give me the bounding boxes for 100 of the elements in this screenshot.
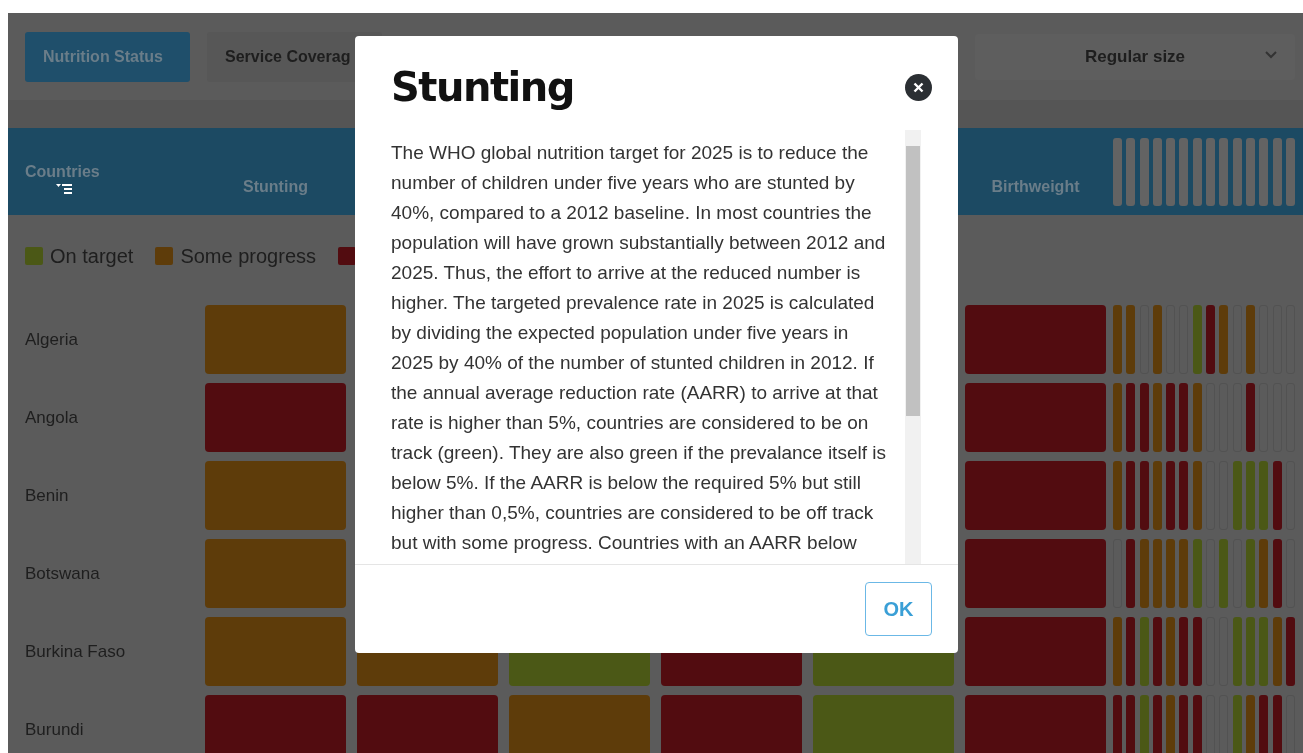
- indicator-header-bar[interactable]: [1139, 137, 1149, 206]
- indicator-bar[interactable]: [1139, 461, 1149, 530]
- indicator-bar[interactable]: [1272, 695, 1282, 753]
- status-cell[interactable]: [813, 695, 954, 753]
- indicator-bar[interactable]: [1219, 539, 1229, 608]
- indicator-bar[interactable]: [1126, 461, 1136, 530]
- tab[interactable]: Nutrition Status: [25, 31, 190, 82]
- indicator-bar[interactable]: [1113, 383, 1122, 452]
- indicator-header-bar[interactable]: [1152, 137, 1162, 206]
- indicator-bar[interactable]: [1285, 617, 1295, 686]
- indicator-bar[interactable]: [1152, 617, 1162, 686]
- indicator-bar[interactable]: [1179, 461, 1189, 530]
- column-header[interactable]: Birthweight: [991, 177, 1080, 196]
- status-cell[interactable]: [965, 617, 1106, 686]
- scrollbar[interactable]: [905, 130, 921, 564]
- status-cell[interactable]: [357, 695, 498, 753]
- indicator-bar[interactable]: [1272, 461, 1282, 530]
- indicator-bar[interactable]: [1245, 695, 1255, 753]
- indicator-bar[interactable]: [1259, 617, 1269, 686]
- indicator-bar[interactable]: [1232, 617, 1242, 686]
- indicator-bar[interactable]: [1245, 617, 1255, 686]
- indicator-bar[interactable]: [1152, 695, 1162, 753]
- indicator-bar[interactable]: [1166, 461, 1176, 530]
- indicator-header-bar[interactable]: [1219, 137, 1229, 206]
- status-cell[interactable]: [509, 695, 650, 753]
- indicator-bar[interactable]: [1245, 305, 1255, 374]
- indicator-bar[interactable]: [1206, 305, 1216, 374]
- indicator-header-bar[interactable]: [1166, 137, 1176, 206]
- legend-label: On target: [50, 244, 134, 268]
- indicator-bar[interactable]: [1272, 617, 1282, 686]
- indicator-bar[interactable]: [1139, 383, 1149, 452]
- indicator-bar[interactable]: [1192, 695, 1202, 753]
- indicator-bar[interactable]: [1139, 539, 1149, 608]
- chevron-down-icon: [1265, 50, 1277, 59]
- status-cell[interactable]: [965, 539, 1106, 608]
- status-cell[interactable]: [205, 539, 346, 608]
- indicator-bar[interactable]: [1232, 461, 1242, 530]
- column-header[interactable]: Countries: [25, 162, 100, 181]
- indicator-bar[interactable]: [1166, 695, 1176, 753]
- indicator-header-bar[interactable]: [1285, 137, 1295, 206]
- indicator-bar[interactable]: [1126, 695, 1136, 753]
- indicator-bar[interactable]: [1259, 461, 1269, 530]
- indicator-bar[interactable]: [1126, 305, 1136, 374]
- indicator-bar[interactable]: [1245, 539, 1255, 608]
- indicator-header-bar[interactable]: [1232, 137, 1242, 206]
- indicator-bar[interactable]: [1272, 539, 1282, 608]
- close-icon[interactable]: [905, 73, 932, 101]
- indicator-header-bar[interactable]: [1192, 137, 1202, 206]
- indicator-header-bar[interactable]: [1206, 137, 1216, 206]
- status-cell[interactable]: [205, 617, 346, 686]
- indicator-header-bar[interactable]: [1272, 137, 1282, 206]
- indicator-bar[interactable]: [1192, 305, 1202, 374]
- indicator-header-bar[interactable]: [1245, 137, 1255, 206]
- indicator-bar[interactable]: [1192, 617, 1202, 686]
- status-cell[interactable]: [965, 461, 1106, 530]
- indicator-header-bar[interactable]: [1259, 137, 1269, 206]
- indicator-bar[interactable]: [1139, 695, 1149, 753]
- indicator-bar[interactable]: [1166, 383, 1176, 452]
- indicator-bar[interactable]: [1245, 383, 1255, 452]
- status-cell[interactable]: [965, 383, 1106, 452]
- ok-button[interactable]: OK: [865, 582, 932, 636]
- indicator-bar[interactable]: [1152, 383, 1162, 452]
- indicator-bar[interactable]: [1126, 383, 1136, 452]
- indicator-bar[interactable]: [1152, 539, 1162, 608]
- sort-icon[interactable]: [56, 182, 72, 195]
- indicator-bar[interactable]: [1126, 617, 1136, 686]
- indicator-bar[interactable]: [1192, 383, 1202, 452]
- indicator-header-bar[interactable]: [1126, 137, 1136, 206]
- status-cell[interactable]: [965, 305, 1106, 374]
- indicator-bar[interactable]: [1166, 539, 1176, 608]
- indicator-bar[interactable]: [1219, 305, 1229, 374]
- indicator-bar[interactable]: [1192, 539, 1202, 608]
- indicator-bar[interactable]: [1152, 305, 1162, 374]
- status-cell[interactable]: [205, 461, 346, 530]
- indicator-header-bar[interactable]: [1179, 137, 1189, 206]
- indicator-bar[interactable]: [1259, 695, 1269, 753]
- indicator-bar[interactable]: [1152, 461, 1162, 530]
- indicator-bar[interactable]: [1166, 617, 1176, 686]
- indicator-bar[interactable]: [1113, 617, 1122, 686]
- indicator-bar[interactable]: [1179, 695, 1189, 753]
- indicator-bar[interactable]: [1259, 539, 1269, 608]
- indicator-bar[interactable]: [1126, 539, 1136, 608]
- indicator-bar[interactable]: [1232, 695, 1242, 753]
- status-cell[interactable]: [661, 695, 802, 753]
- indicator-bar[interactable]: [1113, 305, 1122, 374]
- status-cell[interactable]: [205, 383, 346, 452]
- indicator-bar[interactable]: [1179, 617, 1189, 686]
- indicator-bar[interactable]: [1139, 617, 1149, 686]
- indicator-bar[interactable]: [1179, 383, 1189, 452]
- indicator-bar[interactable]: [1179, 539, 1189, 608]
- status-cell[interactable]: [205, 305, 346, 374]
- indicator-bar[interactable]: [1113, 695, 1122, 753]
- status-cell[interactable]: [965, 695, 1106, 753]
- indicator-bar[interactable]: [1192, 461, 1202, 530]
- indicator-bar[interactable]: [1113, 461, 1122, 530]
- indicator-header-bar[interactable]: [1113, 137, 1122, 206]
- indicator-bar[interactable]: [1245, 461, 1255, 530]
- country-name: Burundi: [24, 719, 85, 740]
- column-header[interactable]: Stunting: [243, 177, 308, 196]
- status-cell[interactable]: [205, 695, 346, 753]
